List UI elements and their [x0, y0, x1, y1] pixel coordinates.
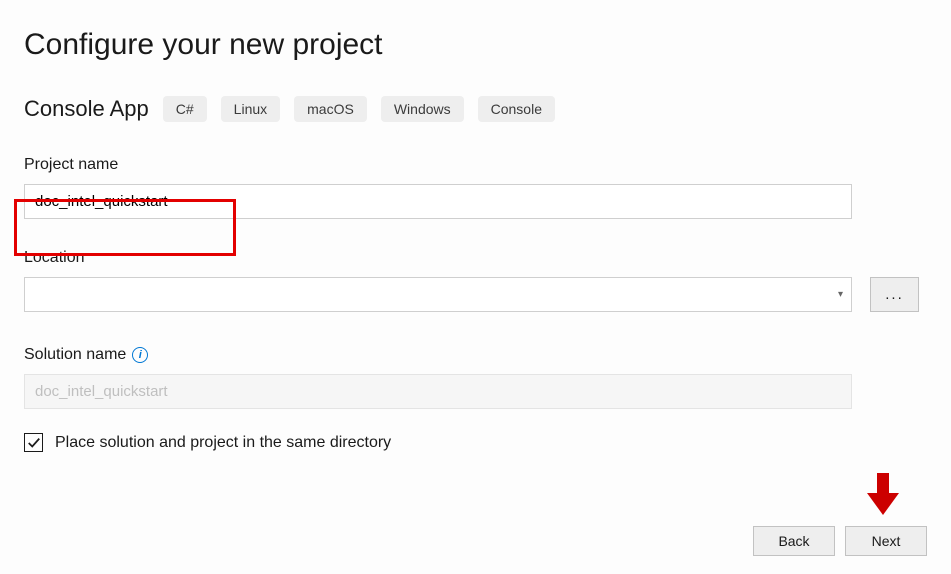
tag-macos: macOS — [294, 96, 367, 122]
location-label: Location — [24, 249, 927, 267]
template-name: Console App — [24, 96, 149, 122]
solution-name-input: doc_intel_quickstart — [24, 374, 852, 409]
next-button[interactable]: Next — [845, 526, 927, 556]
project-name-label: Project name — [24, 156, 927, 174]
template-row: Console App C# Linux macOS Windows Conso… — [24, 96, 927, 122]
tag-linux: Linux — [221, 96, 280, 122]
check-icon — [27, 436, 41, 450]
info-icon[interactable]: i — [132, 347, 148, 363]
project-name-input[interactable] — [24, 184, 852, 219]
chevron-down-icon: ▾ — [838, 289, 843, 300]
same-directory-label: Place solution and project in the same d… — [55, 434, 391, 452]
back-button[interactable]: Back — [753, 526, 835, 556]
footer: Back Next — [753, 526, 927, 556]
tag-windows: Windows — [381, 96, 464, 122]
tag-console: Console — [478, 96, 555, 122]
solution-name-label: Solution name i — [24, 346, 927, 364]
same-directory-checkbox[interactable] — [24, 433, 43, 452]
location-combo[interactable]: ▾ — [24, 277, 852, 312]
browse-button[interactable]: ... — [870, 277, 919, 312]
solution-name-value: doc_intel_quickstart — [35, 383, 168, 400]
page-title: Configure your new project — [24, 28, 927, 62]
arrow-down-icon — [867, 473, 899, 520]
solution-name-label-text: Solution name — [24, 346, 126, 364]
tag-csharp: C# — [163, 96, 207, 122]
